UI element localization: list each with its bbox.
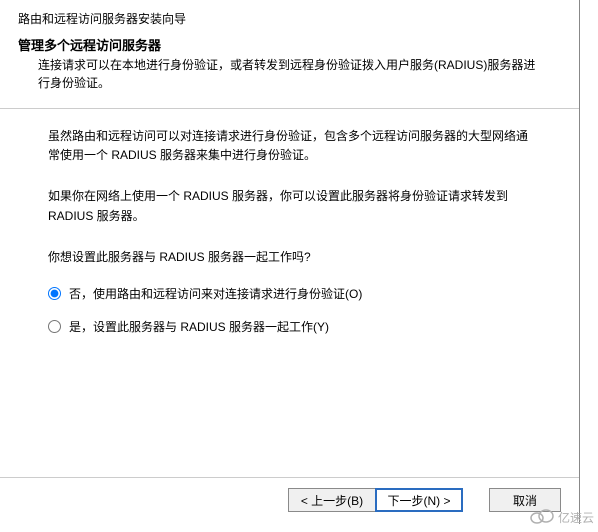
page-heading: 管理多个远程访问服务器: [18, 35, 561, 54]
info-paragraph-1: 虽然路由和远程访问可以对连接请求进行身份验证，包含多个远程访问服务器的大型网络通…: [48, 127, 531, 165]
cloud-icon: [528, 507, 556, 528]
radio-label-no: 否，使用路由和远程访问来对连接请求进行身份验证(O): [69, 285, 362, 302]
radio-input-no[interactable]: [48, 287, 61, 300]
radio-option-yes[interactable]: 是，设置此服务器与 RADIUS 服务器一起工作(Y): [48, 318, 531, 335]
wizard-title: 路由和远程访问服务器安装向导: [18, 10, 561, 27]
radio-input-yes[interactable]: [48, 320, 61, 333]
wizard-window: 路由和远程访问服务器安装向导 管理多个远程访问服务器 连接请求可以在本地进行身份…: [0, 0, 580, 524]
next-button[interactable]: 下一步(N) >: [375, 488, 463, 512]
question-text: 你想设置此服务器与 RADIUS 服务器一起工作吗?: [48, 248, 531, 265]
radius-radio-group: 否，使用路由和远程访问来对连接请求进行身份验证(O) 是，设置此服务器与 RAD…: [48, 285, 531, 335]
radio-option-no[interactable]: 否，使用路由和远程访问来对连接请求进行身份验证(O): [48, 285, 531, 302]
watermark-text: 亿速云: [558, 509, 594, 526]
content-section: 虽然路由和远程访问可以对连接请求进行身份验证，包含多个远程访问服务器的大型网络通…: [0, 109, 579, 335]
back-button[interactable]: < 上一步(B): [288, 488, 376, 512]
page-subtext: 连接请求可以在本地进行身份验证，或者转发到远程身份验证拨入用户服务(RADIUS…: [38, 56, 561, 92]
wizard-button-bar: < 上一步(B) 下一步(N) > 取消: [0, 477, 579, 512]
radio-label-yes: 是，设置此服务器与 RADIUS 服务器一起工作(Y): [69, 318, 329, 335]
wizard-header: 路由和远程访问服务器安装向导 管理多个远程访问服务器 连接请求可以在本地进行身份…: [0, 0, 579, 100]
info-paragraph-2: 如果你在网络上使用一个 RADIUS 服务器，你可以设置此服务器将身份验证请求转…: [48, 187, 531, 225]
watermark: 亿速云: [528, 507, 594, 528]
